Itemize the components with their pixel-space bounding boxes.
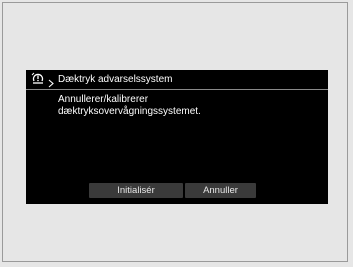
message-line-1: Annullerer/kalibrerer: [58, 94, 149, 105]
display-screen: Dæktryk advarselssystem Annullerer/kalib…: [26, 70, 328, 204]
cancel-button[interactable]: Annuller: [185, 183, 256, 198]
initialize-button[interactable]: Initialisér: [89, 183, 183, 198]
status-message: Annullerer/kalibrerer dæktryksovervågnin…: [58, 94, 318, 118]
title-divider: [26, 89, 328, 90]
title-bar: Dæktryk advarselssystem: [26, 70, 328, 89]
chevron-right-icon: [48, 75, 54, 88]
page-title: Dæktryk advarselssystem: [58, 74, 173, 85]
tire-pressure-icon: [31, 72, 45, 85]
message-line-2: dæktryksovervågningssystemet.: [58, 106, 201, 117]
